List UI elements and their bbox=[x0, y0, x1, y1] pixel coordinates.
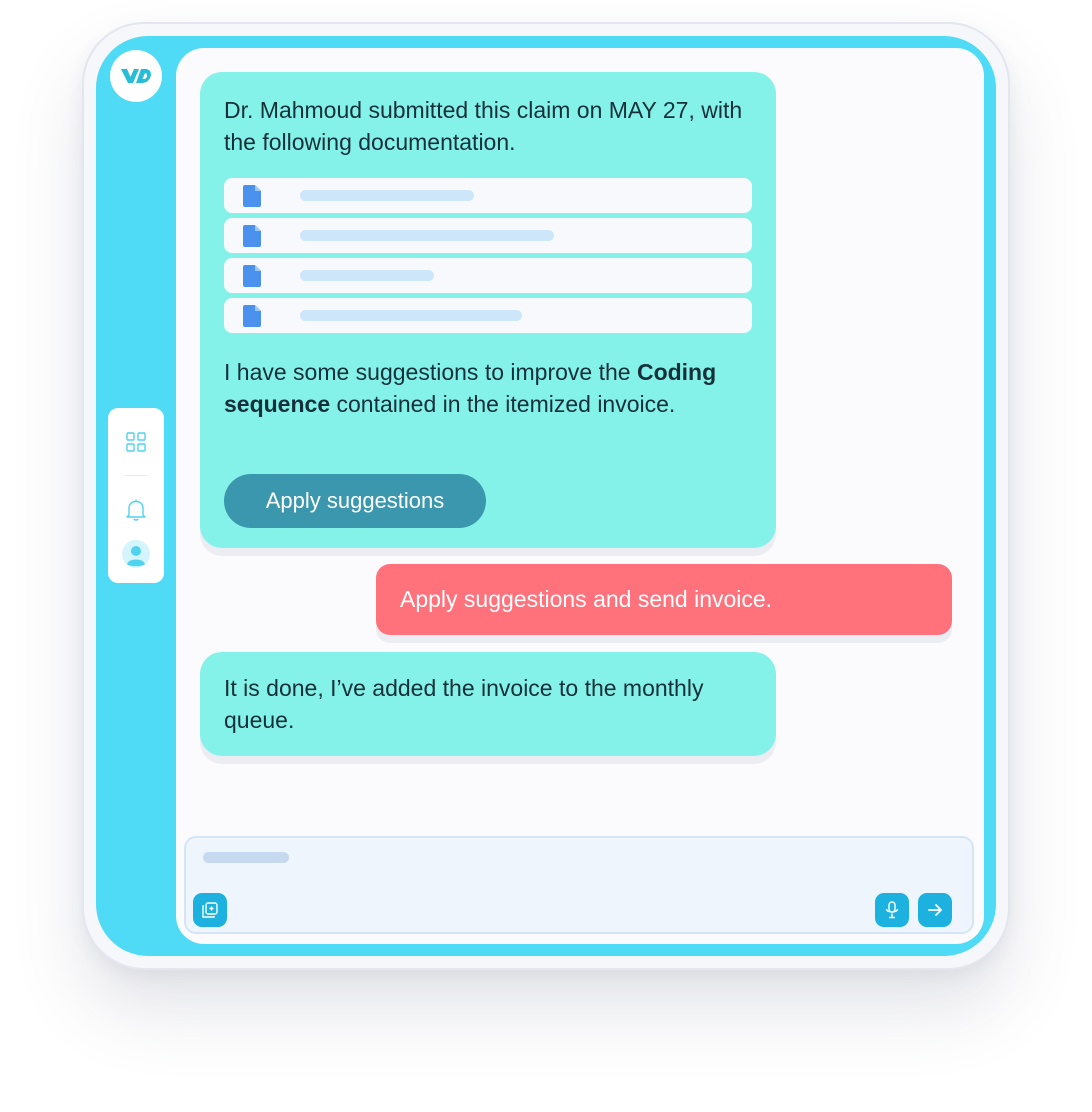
logo[interactable] bbox=[110, 50, 162, 102]
microphone-button[interactable] bbox=[875, 893, 909, 927]
message-text: Dr. Mahmoud submitted this claim on MAY … bbox=[224, 97, 743, 155]
suggestion-text-end: contained in the itemized invoice. bbox=[330, 391, 676, 417]
sidebar-divider bbox=[125, 475, 147, 476]
document-name-placeholder bbox=[300, 230, 554, 241]
message-composer[interactable] bbox=[184, 836, 974, 934]
reply-message-text: It is done, I’ve added the invoice to th… bbox=[224, 675, 704, 733]
user-message-text: Apply suggestions and send invoice. bbox=[400, 586, 773, 612]
bell-icon[interactable] bbox=[122, 496, 150, 524]
suggestion-text-start: I have some suggestions to improve the bbox=[224, 359, 637, 385]
sidebar bbox=[108, 408, 164, 583]
chat-panel: Dr. Mahmoud submitted this claim on MAY … bbox=[176, 48, 984, 944]
microphone-icon bbox=[885, 901, 899, 919]
suggestion-text: I have some suggestions to improve the C… bbox=[224, 356, 754, 420]
document-name-placeholder bbox=[300, 190, 474, 201]
assistant-message-done: It is done, I’ve added the invoice to th… bbox=[200, 652, 776, 756]
document-item[interactable] bbox=[224, 298, 752, 333]
file-icon bbox=[243, 185, 261, 207]
file-icon bbox=[243, 305, 261, 327]
user-message: Apply suggestions and send invoice. bbox=[376, 564, 952, 635]
send-button[interactable] bbox=[918, 893, 952, 927]
document-item[interactable] bbox=[224, 258, 752, 293]
vd-logo-icon bbox=[121, 69, 151, 83]
attach-copy-icon bbox=[202, 902, 218, 918]
document-name-placeholder bbox=[300, 310, 522, 321]
document-list bbox=[224, 178, 752, 338]
grid-icon[interactable] bbox=[122, 428, 150, 456]
user-avatar-icon[interactable] bbox=[122, 540, 150, 568]
document-item[interactable] bbox=[224, 178, 752, 213]
document-name-placeholder bbox=[300, 270, 434, 281]
document-item[interactable] bbox=[224, 218, 752, 253]
arrow-right-icon bbox=[928, 904, 942, 916]
file-icon bbox=[243, 265, 261, 287]
apply-suggestions-button[interactable]: Apply suggestions bbox=[224, 474, 486, 528]
assistant-message-claim: Dr. Mahmoud submitted this claim on MAY … bbox=[200, 72, 776, 548]
file-icon bbox=[243, 225, 261, 247]
attach-button[interactable] bbox=[193, 893, 227, 927]
composer-placeholder bbox=[203, 852, 289, 863]
